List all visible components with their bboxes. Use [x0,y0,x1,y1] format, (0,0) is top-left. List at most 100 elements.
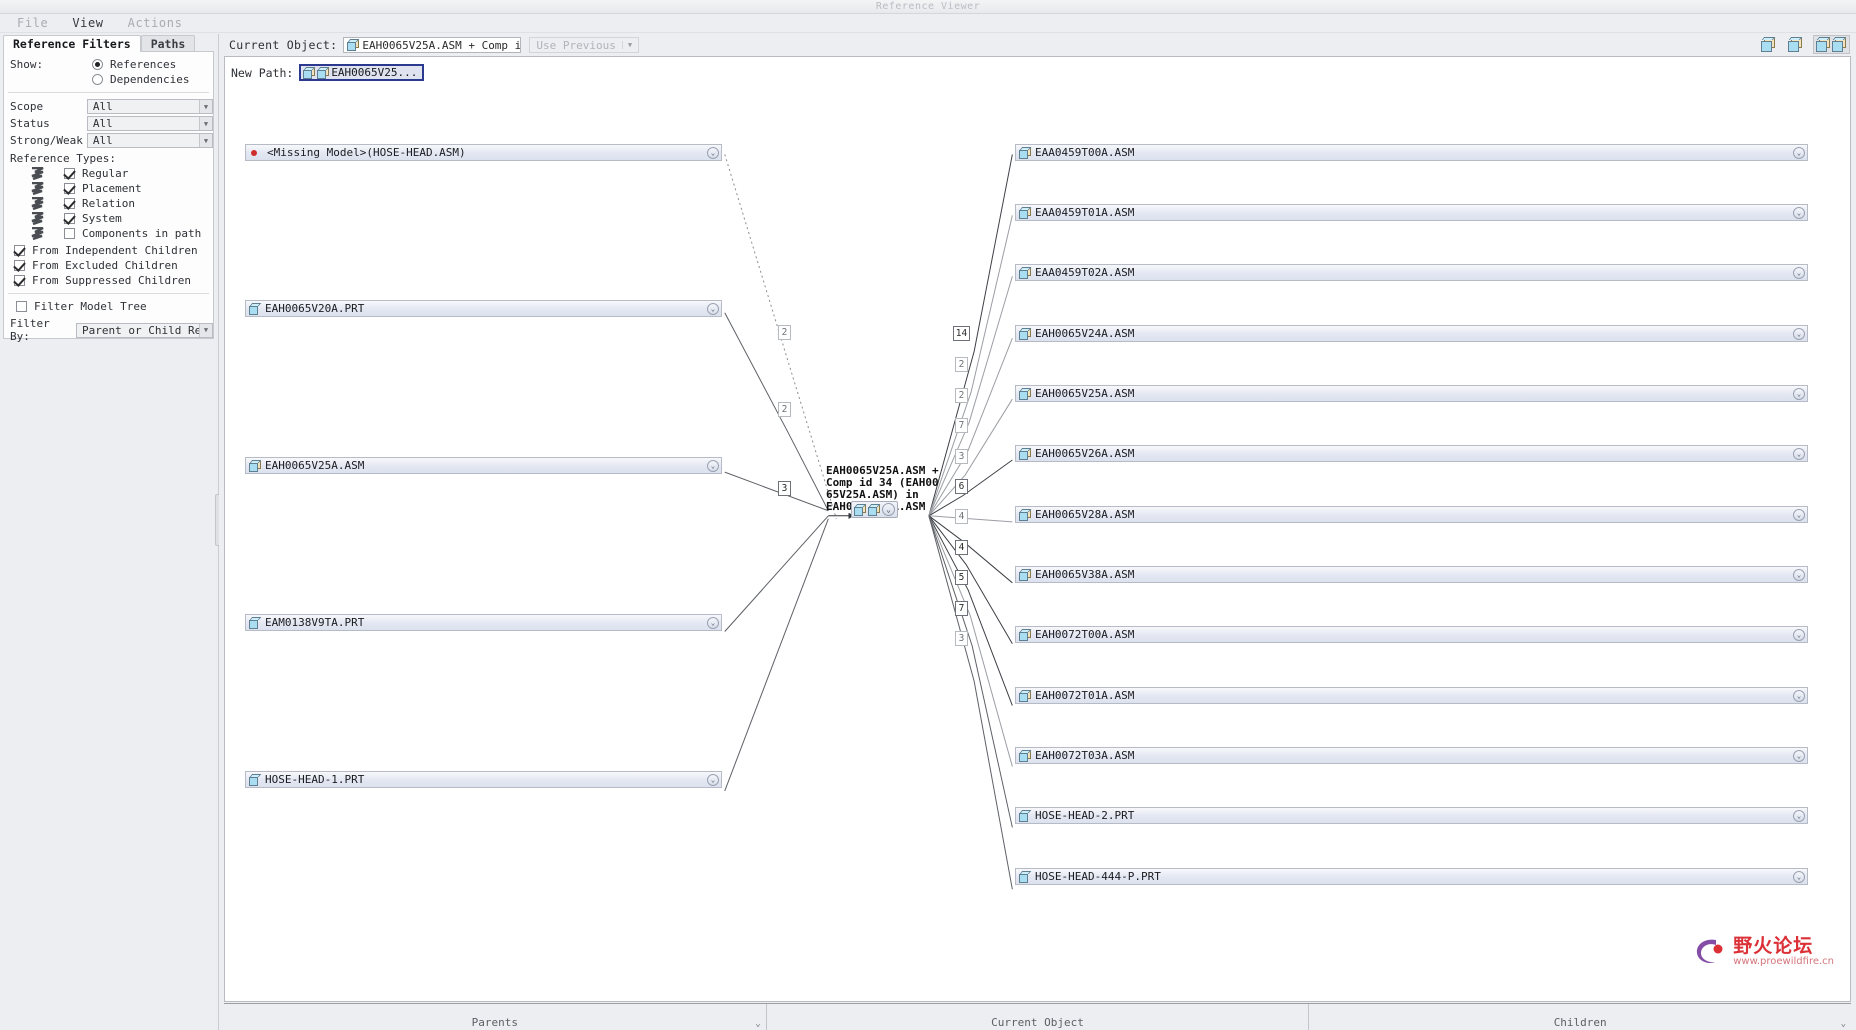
checkbox-system[interactable] [64,213,75,224]
checkbox-from-independent-children[interactable] [14,245,25,256]
edge-badge-child-7: 4 [955,540,968,555]
child-node-eaa0459t02a[interactable]: EAA0459T02A.ASM ⌄ [1015,264,1808,281]
child-node-eah0065v24a[interactable]: EAH0065V24A.ASM ⌄ [1015,325,1808,342]
parent-node-label: EAH0065V20A.PRT [265,302,365,315]
chevron-down-icon[interactable]: ⌄ [1793,629,1805,641]
chevron-down-icon[interactable]: ⌄ [1841,1019,1846,1029]
reference-type-placement[interactable]: Placement [4,181,213,196]
chevron-down-icon[interactable]: ▼ [199,100,212,113]
filter-model-tree-row[interactable]: Filter Model Tree [4,299,213,314]
chevron-down-icon[interactable]: ⌄ [1793,207,1805,219]
child-node-hose-head-2[interactable]: HOSE-HEAD-2.PRT ⌄ [1015,807,1808,824]
radio-references[interactable] [92,59,103,70]
chevron-down-icon[interactable]: ▼ [199,117,212,130]
menu-item-file[interactable]: File [8,15,57,31]
missing-model-dot-icon [251,149,257,156]
checkbox-from-suppressed-children[interactable] [14,275,25,286]
scope-select[interactable]: All ▼ [86,99,213,114]
status-cell-children[interactable]: Children ⌄ [1309,1004,1851,1030]
filter-by-select[interactable]: Parent or Child Reference ▼ [76,322,213,338]
parent-node-missing-model[interactable]: <Missing Model>(HOSE-HEAD.ASM) ⌄ [245,144,722,161]
checkbox-components-in-path[interactable] [64,228,75,239]
chevron-down-icon[interactable]: ⌄ [707,303,719,315]
chevron-down-icon[interactable]: ⌄ [882,503,895,516]
filter-model-tree-label: Filter Model Tree [34,300,147,313]
tool-asm-icon-2[interactable] [1786,35,1805,54]
asm-icon [854,503,867,516]
checkbox-from-excluded-children[interactable] [14,260,25,271]
child-node-eah0072t00a[interactable]: EAH0072T00A.ASM ⌄ [1015,626,1808,643]
chevron-down-icon[interactable]: ⌄ [1793,147,1805,159]
checkbox-regular[interactable] [64,168,75,179]
radio-dependencies[interactable] [92,74,103,85]
strong-weak-label: Strong/Weak [10,134,83,147]
tab-reference-filters[interactable]: Reference Filters [3,35,141,52]
child-node-eah0065v25a[interactable]: EAH0065V25A.ASM ⌄ [1015,385,1808,402]
child-node-eaa0459t01a[interactable]: EAA0459T01A.ASM ⌄ [1015,204,1808,221]
chevron-down-icon[interactable]: ⌄ [707,774,719,786]
edge-badge-child-6: 4 [955,509,968,524]
chevron-down-icon[interactable]: ▼ [199,134,212,147]
zigzag-icon [30,166,46,181]
status-select[interactable]: All ▼ [86,116,213,131]
from-excluded-children-row[interactable]: From Excluded Children [4,258,213,273]
tool-asm-icon-1[interactable] [1759,35,1778,54]
use-previous-button[interactable]: Use Previous ▼ [529,37,640,53]
chevron-down-icon[interactable]: ⌄ [1793,509,1805,521]
chevron-down-icon[interactable]: ⌄ [1793,810,1805,822]
menu-item-view[interactable]: View [63,15,112,31]
from-independent-children-row[interactable]: From Independent Children [4,241,213,258]
child-node-eah0072t03a[interactable]: EAH0072T03A.ASM ⌄ [1015,747,1808,764]
edge-badge-parent-1: 2 [778,402,791,417]
chevron-down-icon[interactable]: ⌄ [755,1019,760,1029]
chevron-down-icon[interactable]: ⌄ [1793,750,1805,762]
child-node-eah0065v28a[interactable]: EAH0065V28A.ASM ⌄ [1015,506,1808,523]
reference-type-relation[interactable]: Relation [4,196,213,211]
current-object-field[interactable]: EAH0065V25A.ASM + Comp i... [343,37,522,53]
status-cell-parents[interactable]: Parents ⌄ [224,1004,767,1030]
checkbox-relation[interactable] [64,198,75,209]
new-path-chip[interactable]: EAH0065V25... [299,64,425,81]
tool-asm-icon-group-toggle[interactable] [1813,35,1850,54]
zigzag-icon [30,226,46,241]
parent-node-eah0065v25a[interactable]: EAH0065V25A.ASM ⌄ [245,457,722,474]
reference-graph-canvas[interactable]: New Path: EAH0065V25... <Missing Model>(… [224,56,1851,1002]
child-node-eah0072t01a[interactable]: EAH0072T01A.ASM ⌄ [1015,687,1808,704]
checkbox-filter-model-tree[interactable] [16,301,27,312]
reference-type-regular[interactable]: Regular [4,166,213,181]
from-suppressed-children-row[interactable]: From Suppressed Children [4,273,213,288]
asm-icon [1019,327,1032,340]
chevron-down-icon[interactable]: ⌄ [1793,569,1805,581]
parent-node-eah0065v20a[interactable]: EAH0065V20A.PRT ⌄ [245,300,722,317]
menu-item-actions[interactable]: Actions [119,15,192,31]
status-cell-current-object[interactable]: Current Object [767,1004,1310,1030]
chevron-down-icon[interactable]: ▼ [621,41,632,49]
chevron-down-icon[interactable]: ⌄ [1793,871,1805,883]
edge-badge-child-0: 14 [953,326,970,341]
strong-weak-select[interactable]: All ▼ [86,133,213,148]
reference-type-components-in-path[interactable]: Components in path [4,226,213,241]
reference-type-system[interactable]: System [4,211,213,226]
chevron-down-icon[interactable]: ⌄ [1793,690,1805,702]
chevron-down-icon[interactable]: ⌄ [707,617,719,629]
checkbox-placement[interactable] [64,183,75,194]
chevron-down-icon[interactable]: ⌄ [1793,448,1805,460]
chevron-down-icon[interactable]: ⌄ [707,147,719,159]
chevron-down-icon[interactable]: ⌄ [1793,388,1805,400]
zigzag-icon [30,196,46,211]
child-node-eaa0459t00a[interactable]: EAA0459T00A.ASM ⌄ [1015,144,1808,161]
chevron-down-icon[interactable]: ⌄ [1793,328,1805,340]
chevron-down-icon[interactable]: ▼ [199,323,212,337]
parent-node-eam0138v9ta[interactable]: EAM0138V9TA.PRT ⌄ [245,614,722,631]
parent-node-hose-head-1[interactable]: HOSE-HEAD-1.PRT ⌄ [245,771,722,788]
chevron-down-icon[interactable]: ⌄ [707,460,719,472]
reference-type-relation-label: Relation [82,197,135,210]
graph-side: Current Object: EAH0065V25A.ASM + Comp i… [219,34,1856,1030]
child-node-eah0065v26a[interactable]: EAH0065V26A.ASM ⌄ [1015,445,1808,462]
child-node-eah0065v38a[interactable]: EAH0065V38A.ASM ⌄ [1015,566,1808,583]
prt-icon [1019,870,1032,883]
chevron-down-icon[interactable]: ⌄ [1793,267,1805,279]
tab-paths[interactable]: Paths [140,35,196,52]
child-node-hose-head-444-p[interactable]: HOSE-HEAD-444-P.PRT ⌄ [1015,868,1808,885]
center-object-chip[interactable]: ⌄ [851,501,898,518]
